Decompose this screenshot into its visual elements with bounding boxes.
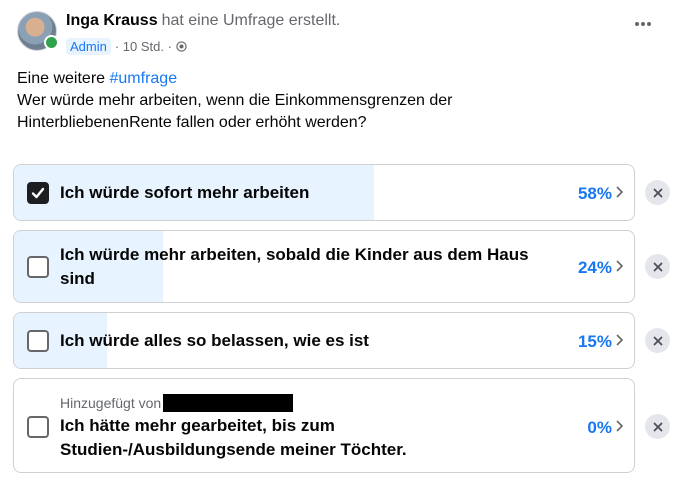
more-options-button[interactable] — [631, 12, 655, 36]
poll-checkbox-checked[interactable] — [27, 182, 49, 204]
poll-option-4[interactable]: Hinzugefügt von Ich hätte mehr gearbeite… — [13, 378, 635, 473]
post-timestamp[interactable]: · 10 Std. · — [115, 39, 172, 54]
hashtag-link[interactable]: #umfrage — [110, 70, 178, 87]
chevron-right-icon — [616, 260, 624, 272]
poll-option-label-line1: Ich hätte mehr gearbeitet, bis zum — [60, 416, 335, 435]
remove-option-button[interactable] — [645, 254, 670, 279]
poll-option-percent[interactable]: 15% — [578, 332, 612, 352]
chevron-right-icon — [616, 420, 624, 432]
author-name[interactable]: Inga Krauss — [66, 12, 158, 29]
poll-option-label: Ich würde sofort mehr arbeiten — [60, 183, 310, 202]
poll-option-2[interactable]: Ich würde mehr arbeiten, sobald die Kind… — [13, 230, 635, 303]
online-status-dot — [44, 35, 59, 50]
redacted-name — [163, 394, 294, 412]
added-by-label: Hinzugefügt von — [60, 395, 162, 411]
more-horizontal-icon — [635, 22, 651, 26]
close-icon — [653, 336, 662, 345]
poll-option-label-line1: Ich würde mehr arbeiten, sobald die Kind… — [60, 245, 529, 264]
remove-option-button[interactable] — [645, 328, 670, 353]
post-text-line1: Eine weitere — [17, 70, 110, 87]
close-icon — [653, 262, 662, 271]
poll-option-3[interactable]: Ich würde alles so belassen, wie es ist … — [13, 312, 635, 369]
avatar[interactable] — [17, 11, 59, 51]
remove-option-button[interactable] — [645, 180, 670, 205]
chevron-right-icon — [616, 334, 624, 346]
chevron-right-icon — [616, 186, 624, 198]
poll-option-1[interactable]: Ich würde sofort mehr arbeiten 58% — [13, 164, 635, 221]
post-meta: Admin · 10 Std. · — [66, 38, 187, 55]
close-icon — [653, 188, 662, 197]
poll-option-percent[interactable]: 0% — [587, 418, 612, 438]
poll-checkbox[interactable] — [27, 330, 49, 352]
poll-option-label-line2: sind — [60, 269, 95, 288]
post-text: Eine weitere #umfrage Wer würde mehr arb… — [17, 68, 657, 134]
poll-added-by: Hinzugefügt von — [60, 394, 294, 412]
poll-checkbox[interactable] — [27, 416, 49, 438]
remove-option-button[interactable] — [645, 414, 670, 439]
poll-option-label-line2: Studien-/Ausbildungsende meiner Töchter. — [60, 440, 407, 459]
post-text-line3: HinterbliebenenRente fallen oder erhöht … — [17, 114, 367, 131]
checkmark-icon — [31, 187, 45, 199]
poll-checkbox[interactable] — [27, 256, 49, 278]
globe-icon — [176, 41, 187, 52]
post-action-text: hat eine Umfrage erstellt. — [161, 12, 341, 29]
close-icon — [653, 422, 662, 431]
post-text-line2: Wer würde mehr arbeiten, wenn die Einkom… — [17, 92, 453, 109]
admin-badge[interactable]: Admin — [66, 38, 111, 55]
author-line: Inga Krauss hat eine Umfrage erstellt. — [66, 12, 340, 30]
poll-option-percent[interactable]: 58% — [578, 184, 612, 204]
post-header: Inga Krauss hat eine Umfrage erstellt. Ad… — [0, 0, 679, 62]
poll-option-label: Ich würde alles so belassen, wie es ist — [60, 331, 369, 350]
poll-option-percent[interactable]: 24% — [578, 258, 612, 278]
